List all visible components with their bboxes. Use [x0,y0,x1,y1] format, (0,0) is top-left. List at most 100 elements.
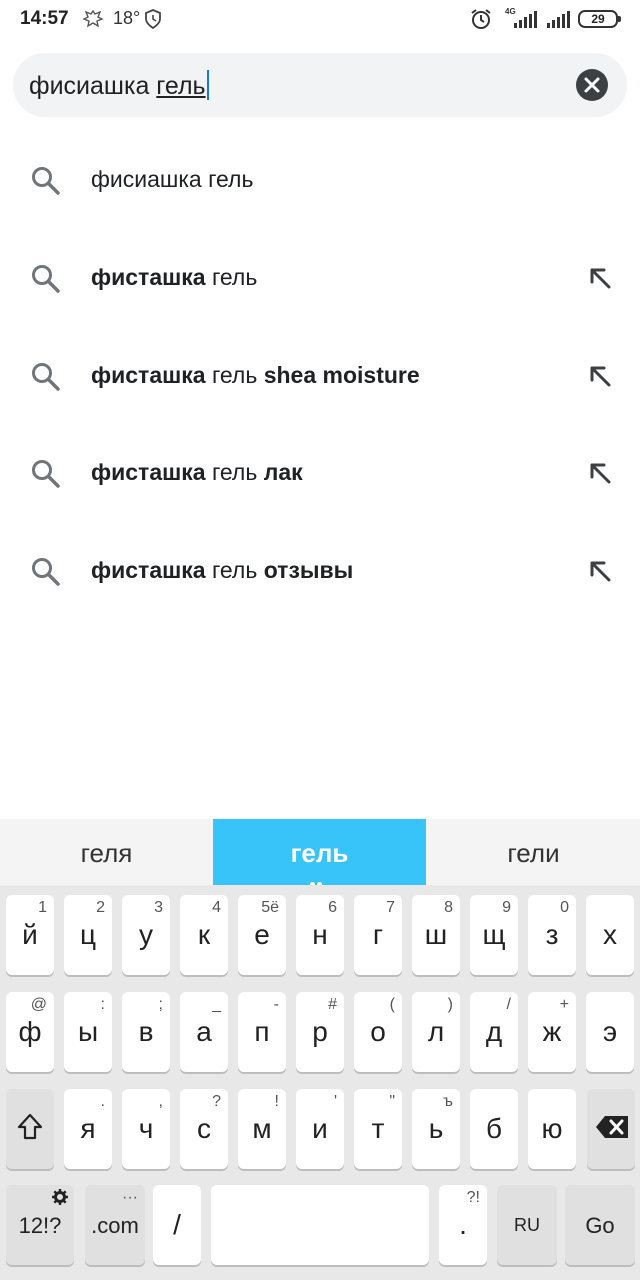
language-key-label: RU [514,1215,540,1235]
signal-icon [547,11,570,28]
letter-key[interactable]: .я [64,1089,112,1169]
letter-key[interactable]: (о [354,992,402,1072]
letter-key[interactable]: ; в [122,992,170,1072]
more-predictions-icon[interactable] [310,874,330,905]
slash-key-label: / [173,1209,181,1240]
search-query[interactable]: фисиашка гель [29,70,209,101]
go-key-label: Go [585,1213,615,1238]
key-label: э [602,1016,618,1047]
period-key-label: . [459,1209,467,1240]
space-key[interactable] [211,1185,429,1265]
key-label: е [254,919,270,950]
letter-key[interactable]: ! м [238,1089,286,1169]
letter-key[interactable]: б [470,1089,518,1169]
period-key-sub: ?! [466,1189,480,1206]
letter-key[interactable]: 0з [528,895,576,975]
com-key-sub: ··· [122,1189,138,1206]
key-label: ж [542,1016,562,1047]
key-label: в [138,1016,154,1047]
letter-key[interactable]: / д [470,992,518,1072]
suggestion-text-bold: фисташка [91,557,206,583]
letter-key[interactable]: 3у [122,895,170,975]
letter-key[interactable]: э [586,992,634,1072]
letter-key[interactable]: + ж [528,992,576,1072]
search-icon [32,558,60,586]
key-secondary-label: ; [158,996,163,1013]
search-icon [32,460,60,488]
go-key[interactable]: Go [565,1185,635,1265]
letter-key[interactable]: 1й [6,895,54,975]
key-secondary-label: 2 [96,899,105,916]
key-secondary-label: 5ё [261,899,279,916]
suggestion-item[interactable]: фисташка гель отзывы [0,523,640,621]
letter-key[interactable]: 6н [296,895,344,975]
suggestion-text: фисташка гель лак [91,459,303,486]
suggestion-item[interactable]: фисташка гель [0,230,640,328]
letter-key[interactable]: 9щ [470,895,518,975]
language-key[interactable]: RU [497,1185,557,1265]
letter-key[interactable]: ) л [412,992,460,1072]
letter-key[interactable]: ю [528,1089,576,1169]
key-label: и [312,1113,328,1144]
com-key[interactable]: ··· .com [85,1185,145,1265]
fill-query-arrow-icon[interactable] [586,557,614,585]
key-secondary-label: + [559,996,569,1013]
letter-key[interactable]: :ы [64,992,112,1072]
search-icon [32,363,60,391]
letter-key[interactable]: @ ф [6,992,54,1072]
shift-key[interactable] [6,1089,54,1169]
letter-key[interactable]: ' и [296,1089,344,1169]
letter-key[interactable]: -п [238,992,286,1072]
letter-key[interactable]: 7г [354,895,402,975]
suggestion-text-part: гель [205,557,264,583]
fill-query-arrow-icon[interactable] [586,362,614,390]
clear-search-button[interactable] [576,69,608,101]
suggestion-text-bold: отзывы [263,557,354,583]
key-label: х [603,919,617,950]
suggestion-text-part: фисиашка гель [91,166,254,192]
letter-key[interactable]: 5ё е [238,895,286,975]
search-icon [32,265,60,293]
key-secondary-label: ! [274,1093,279,1110]
key-label: я [80,1113,96,1144]
suggestion-item[interactable]: фисиашка гель [0,132,640,230]
suggestion-item[interactable]: фисташка гель лак [0,425,640,523]
key-label: ф [18,1016,42,1047]
prediction-item[interactable]: геля [0,819,213,885]
prediction-item[interactable]: гели [427,819,640,885]
key-secondary-label: 4 [212,899,221,916]
fill-query-arrow-icon[interactable] [586,459,614,487]
slash-key[interactable]: / [153,1185,201,1265]
key-label: ц [79,919,97,950]
letter-key[interactable]: " т [354,1089,402,1169]
fill-query-arrow-icon[interactable] [586,264,614,292]
key-secondary-label: : [100,996,105,1013]
letter-key[interactable]: # р [296,992,344,1072]
status-temperature: 18° [113,8,141,28]
key-secondary-label: 3 [154,899,163,916]
close-icon [584,77,600,93]
key-secondary-label: . [100,1093,105,1110]
key-label: й [22,919,38,950]
period-key[interactable]: ?! . [439,1185,487,1265]
symbols-key[interactable]: 12!? [6,1185,74,1265]
key-label: д [485,1016,503,1047]
letter-key[interactable]: ? с [180,1089,228,1169]
letter-key[interactable]: ,ч [122,1089,170,1169]
key-secondary-label: / [506,996,511,1013]
key-secondary-label: 7 [386,899,395,916]
backspace-icon [596,1116,628,1138]
letter-key[interactable]: _ а [180,992,228,1072]
key-secondary-label: - [273,996,279,1013]
search-input[interactable]: фисиашка гель [13,53,627,117]
letter-key[interactable]: 8ш [412,895,460,975]
letter-key[interactable]: х [586,895,634,975]
letter-key[interactable]: 2ц [64,895,112,975]
suggestion-item[interactable]: фисташка гель shea moisture [0,328,640,426]
letter-key[interactable]: 4к [180,895,228,975]
battery-icon: 29 [578,10,621,28]
suggestion-text-bold: фисташка [91,459,206,485]
letter-key[interactable]: ъь [412,1089,460,1169]
backspace-key[interactable] [587,1089,635,1169]
key-secondary-label: ( [389,996,395,1013]
